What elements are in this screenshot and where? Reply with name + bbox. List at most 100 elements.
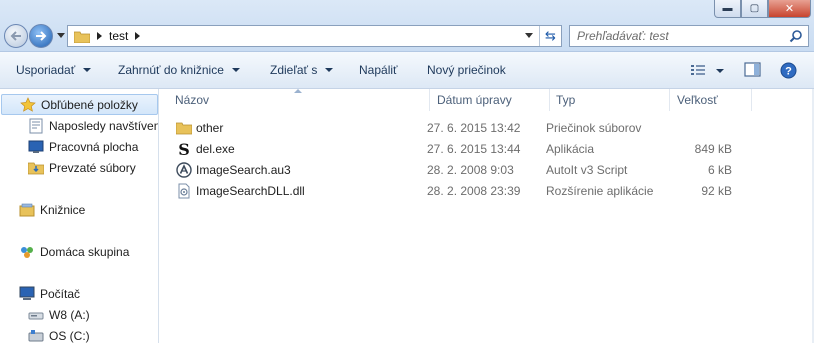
table-row[interactable]: other 27. 6. 2015 13:42 Priečinok súboro… xyxy=(160,117,750,138)
back-button[interactable] xyxy=(4,24,28,48)
sidebar-item-label: W8 (A:) xyxy=(49,308,90,322)
star-icon xyxy=(20,96,36,112)
forward-button[interactable] xyxy=(29,24,53,48)
sidebar-item-label: Počítač xyxy=(40,287,81,301)
table-row[interactable]: ImageSearch.au3 28. 2. 2008 9:03 AutoIt … xyxy=(160,159,750,180)
search-input[interactable] xyxy=(570,29,780,43)
breadcrumb-separator[interactable] xyxy=(135,32,141,40)
downloads-icon xyxy=(28,162,44,175)
column-headers: Názov Dátum úpravy Typ Veľkosť xyxy=(160,89,760,111)
arrow-right-icon xyxy=(36,31,47,41)
sidebar-item-downloads[interactable]: Prevzaté súbory xyxy=(28,160,136,176)
svg-text:S: S xyxy=(178,141,190,157)
file-name: del.exe xyxy=(196,142,235,156)
arrow-left-icon xyxy=(10,31,21,41)
file-name: ImageSearch.au3 xyxy=(196,163,291,177)
homegroup-icon xyxy=(21,247,33,258)
organize-label: Usporiadať xyxy=(16,63,76,77)
autoit-script-icon xyxy=(176,162,192,178)
folder-icon xyxy=(176,122,192,135)
folder-icon xyxy=(74,31,90,43)
maximize-button[interactable]: ▢ xyxy=(741,0,768,18)
recent-pages-dropdown[interactable] xyxy=(57,33,65,38)
chevron-down-icon[interactable] xyxy=(716,69,724,73)
help-icon[interactable]: ? xyxy=(780,62,797,79)
navigation-pane: Obľúbené položky Naposledy navštívené Pr… xyxy=(0,89,159,343)
sidebar-item-label: Prevzaté súbory xyxy=(49,161,136,175)
file-type: Rozšírenie aplikácie xyxy=(546,184,654,198)
search-box[interactable] xyxy=(569,25,809,47)
address-history-dropdown[interactable] xyxy=(525,33,533,38)
file-date: 28. 2. 2008 9:03 xyxy=(427,163,514,177)
column-divider[interactable] xyxy=(751,89,752,111)
column-divider[interactable] xyxy=(429,89,430,111)
sidebar-item-drive-a[interactable]: W8 (A:) xyxy=(28,307,90,323)
burn-button[interactable]: Napáliť xyxy=(359,63,398,77)
floppy-drive-icon xyxy=(28,312,44,320)
sidebar-item-desktop[interactable]: Pracovná plocha xyxy=(28,139,138,155)
libraries-icon xyxy=(19,203,35,217)
minimize-button[interactable]: ▬ xyxy=(714,0,741,18)
sidebar-item-label: Knižnice xyxy=(40,203,86,217)
column-divider[interactable] xyxy=(549,89,550,111)
chevron-down-icon xyxy=(325,68,334,72)
breadcrumb-test[interactable]: test xyxy=(109,29,128,43)
sidebar-item-libraries[interactable]: Knižnice xyxy=(19,202,85,218)
file-type: Aplikácia xyxy=(546,142,595,156)
table-row[interactable]: ImageSearchDLL.dll 28. 2. 2008 23:39 Roz… xyxy=(160,180,750,201)
burn-label: Napáliť xyxy=(359,63,398,77)
sidebar-item-label: OS (C:) xyxy=(49,329,90,343)
close-button[interactable]: ✕ xyxy=(768,0,811,18)
window-controls: ▬ ▢ ✕ xyxy=(714,0,811,18)
column-header-type[interactable]: Typ xyxy=(556,93,575,107)
column-header-size[interactable]: Veľkosť xyxy=(677,93,718,107)
recent-places-icon xyxy=(29,118,43,134)
exe-icon: S xyxy=(178,141,190,157)
sidebar-item-drive-c[interactable]: OS (C:) xyxy=(28,328,90,343)
share-label: Zdieľať s xyxy=(270,63,318,77)
file-size: 849 kB xyxy=(694,142,732,156)
column-divider[interactable] xyxy=(669,89,670,111)
svg-text:?: ? xyxy=(785,66,792,78)
file-type: Priečinok súborov xyxy=(546,121,642,135)
include-library-label: Zahrnúť do knižnice xyxy=(118,63,224,77)
file-date: 27. 6. 2015 13:44 xyxy=(427,142,521,156)
computer-icon xyxy=(19,286,35,300)
sidebar-item-computer[interactable]: Počítač xyxy=(19,286,80,302)
file-size: 6 kB xyxy=(707,163,732,177)
view-options-icon[interactable] xyxy=(690,62,708,78)
new-folder-label: Nový priečinok xyxy=(427,63,506,77)
file-date: 28. 2. 2008 23:39 xyxy=(427,184,521,198)
sidebar-item-homegroup[interactable]: Domáca skupina xyxy=(19,244,129,260)
share-with-button[interactable]: Zdieľať s xyxy=(270,63,334,77)
chevron-down-icon xyxy=(83,68,92,72)
breadcrumb-separator[interactable] xyxy=(97,32,102,40)
sort-ascending-icon xyxy=(294,89,302,93)
include-in-library-button[interactable]: Zahrnúť do knižnice xyxy=(118,63,240,77)
address-bar[interactable]: test ⇆ xyxy=(67,25,562,47)
dll-icon xyxy=(178,183,190,199)
new-folder-button[interactable]: Nový priečinok xyxy=(427,63,506,77)
refresh-button[interactable]: ⇆ xyxy=(539,26,561,46)
column-header-name[interactable]: Názov xyxy=(175,93,209,107)
title-address-bar: ▬ ▢ ✕ test ⇆ xyxy=(0,0,814,52)
file-name: other xyxy=(196,121,224,135)
table-row[interactable]: S del.exe 27. 6. 2015 13:44 Aplikácia 84… xyxy=(160,138,750,159)
file-size: 92 kB xyxy=(701,184,732,198)
chevron-down-icon xyxy=(231,68,240,72)
file-type: AutoIt v3 Script xyxy=(546,163,628,177)
command-bar: Usporiadať Zahrnúť do knižnice Zdieľať s… xyxy=(0,52,814,89)
hard-drive-icon xyxy=(28,330,44,342)
sidebar-item-recent-places[interactable]: Naposledy navštívené xyxy=(28,118,159,134)
sidebar-item-label: Naposledy navštívené xyxy=(49,119,159,133)
column-header-date[interactable]: Dátum úpravy xyxy=(437,93,512,107)
file-date: 27. 6. 2015 13:42 xyxy=(427,121,521,135)
preview-pane-icon[interactable] xyxy=(744,62,762,78)
sidebar-item-favorites[interactable]: Obľúbené položky xyxy=(1,94,158,115)
sidebar-item-label: Obľúbené položky xyxy=(41,97,138,112)
file-list: Názov Dátum úpravy Typ Veľkosť other 27.… xyxy=(160,89,814,343)
desktop-icon xyxy=(28,140,44,153)
file-name: ImageSearchDLL.dll xyxy=(196,184,305,198)
organize-button[interactable]: Usporiadať xyxy=(16,63,92,77)
search-icon[interactable] xyxy=(789,29,803,43)
